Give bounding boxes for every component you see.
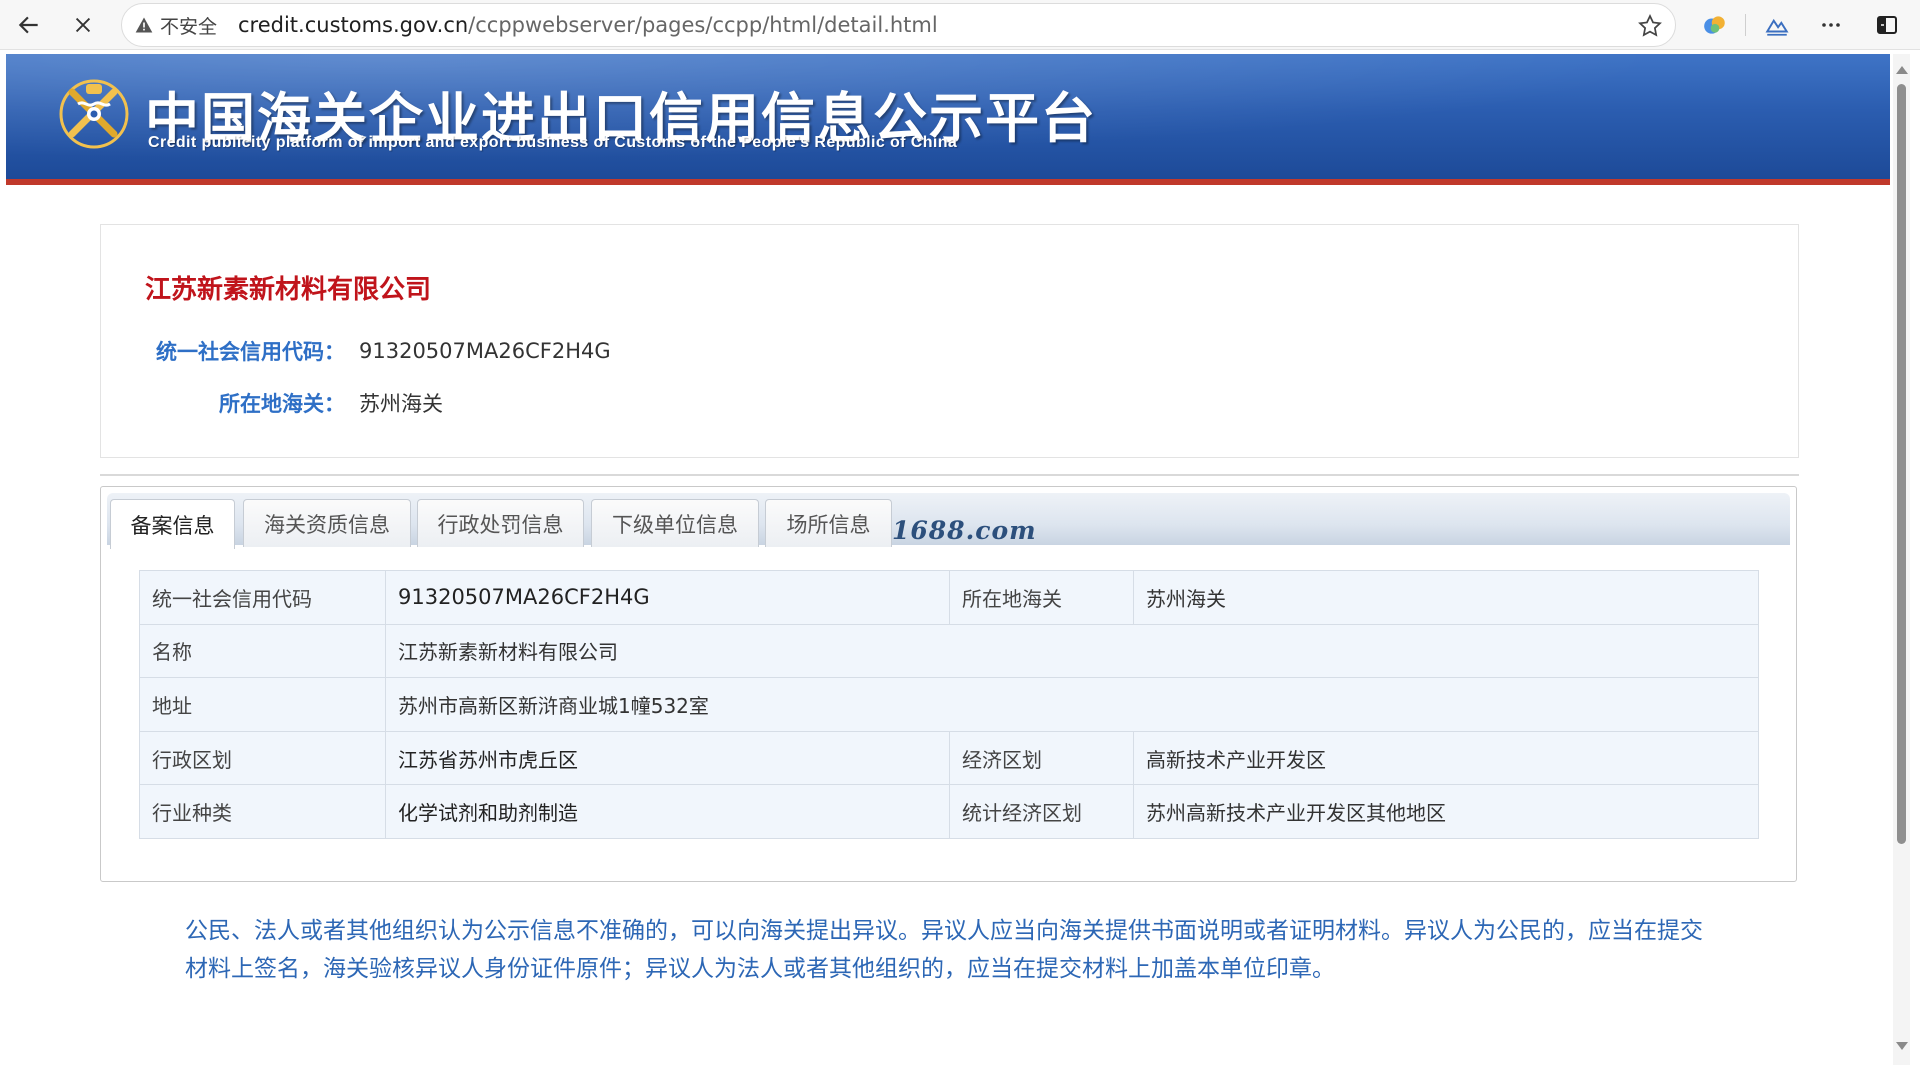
more-dots-icon (1822, 23, 1840, 27)
stop-button[interactable] (66, 8, 100, 42)
scroll-thumb[interactable] (1897, 84, 1906, 844)
credit-code-row: 统一社会信用代码： 91320507MA26CF2H4G (101, 333, 611, 369)
arrow-left-icon (18, 16, 38, 34)
tab-premises-info[interactable]: 场所信息 (765, 499, 892, 547)
profile-extension-button[interactable] (1762, 10, 1792, 40)
table-value-cell: 91320507MA26CF2H4G (385, 570, 950, 625)
table-row: 统一社会信用代码 91320507MA26CF2H4G 所在地海关 苏州海关 (139, 570, 1759, 625)
table-value-cell: 苏州市高新区新浒商业城1幢532室 (385, 677, 1759, 732)
customs-value: 苏州海关 (359, 392, 443, 416)
table-value-cell: 苏州高新技术产业开发区其他地区 (1133, 784, 1759, 839)
site-subtitle: Credit publicity platform of import and … (148, 134, 958, 151)
more-menu-button[interactable] (1816, 10, 1846, 40)
table-label-cell: 行业种类 (139, 784, 386, 839)
credit-code-value: 91320507MA26CF2H4G (359, 339, 611, 363)
section-divider (100, 474, 1799, 476)
table-label-cell: 地址 (139, 677, 386, 732)
table-label-cell: 名称 (139, 623, 386, 679)
scroll-up-arrow-icon[interactable] (1896, 66, 1908, 74)
table-row: 行政区划 江苏省苏州市虎丘区 经济区划 高新技术产业开发区 (139, 730, 1759, 786)
star-icon[interactable] (1637, 13, 1663, 39)
tab-label: 备案信息 (130, 513, 215, 538)
table-value-cell: 苏州海关 (1133, 570, 1759, 625)
extension-icon (1704, 16, 1725, 34)
browser-toolbar: 不安全 credit.customs.gov.cn/ccppwebserver/… (0, 0, 1920, 50)
company-name: 江苏新素新材料有限公司 (145, 275, 432, 305)
tab-administrative-penalty[interactable]: 行政处罚信息 (417, 499, 584, 547)
tab-customs-qualification[interactable]: 海关资质信息 (243, 499, 411, 547)
url-text[interactable]: credit.customs.gov.cn/ccppwebserver/page… (238, 4, 938, 46)
table-value-cell: 化学试剂和助剂制造 (385, 784, 950, 839)
tab-subordinate-units[interactable]: 下级单位信息 (591, 499, 759, 547)
table-label-cell: 统计经济区划 (949, 784, 1134, 839)
table-row: 名称 江苏新素新材料有限公司 (139, 623, 1759, 679)
back-button[interactable] (12, 8, 46, 42)
tab-label: 行政处罚信息 (437, 512, 564, 537)
objection-notice: 公民、法人或者其他组织认为公示信息不准确的，可以向海关提出异议。异议人应当向海关… (185, 918, 1703, 982)
url-host: credit.customs.gov.cn (238, 13, 469, 37)
table-value-cell: 高新技术产业开发区 (1133, 730, 1759, 786)
tab-label: 场所信息 (786, 512, 871, 537)
address-bar[interactable]: 不安全 credit.customs.gov.cn/ccppwebserver/… (121, 3, 1676, 47)
table-label-cell: 经济区划 (949, 730, 1134, 786)
filing-info-table: 统一社会信用代码 91320507MA26CF2H4G 所在地海关 苏州海关 名… (139, 570, 1759, 839)
table-value-cell: 江苏省苏州市虎丘区 (385, 730, 950, 786)
table-label-cell: 行政区划 (139, 730, 386, 786)
customs-row: 所在地海关： 苏州海关 (101, 385, 443, 421)
site-header: 中国海关企业进出口信用信息公示平台 Credit publicity platf… (6, 54, 1890, 185)
credit-code-label: 统一社会信用代码： (156, 340, 345, 364)
sidebar-toggle-button[interactable] (1872, 10, 1902, 40)
table-label-cell: 所在地海关 (949, 570, 1134, 625)
customs-emblem-icon[interactable] (58, 78, 130, 150)
customs-label: 所在地海关： (219, 392, 345, 416)
extension-button[interactable] (1700, 10, 1730, 40)
tab-filing-info[interactable]: 备案信息 (110, 499, 235, 549)
scroll-down-arrow-icon[interactable] (1896, 1042, 1908, 1050)
url-path: /ccppwebserver/pages/ccpp/html/detail.ht… (468, 13, 938, 37)
warning-icon (135, 17, 153, 33)
company-summary-card: 江苏新素新材料有限公司 统一社会信用代码： 91320507MA26CF2H4G… (100, 224, 1799, 458)
tab-label: 海关资质信息 (264, 512, 390, 537)
tab-label: 下级单位信息 (612, 512, 738, 537)
table-row: 地址 苏州市高新区新浒商业城1幢532室 (139, 677, 1759, 732)
mountain-icon (1765, 18, 1789, 36)
detail-tab-panel: 备案信息 海关资质信息 行政处罚信息 下级单位信息 场所信息 统一社会信用代码 … (100, 486, 1797, 882)
sidebar-icon (1877, 16, 1897, 34)
watermark-text: 1688.com (892, 516, 1037, 545)
table-label-cell: 统一社会信用代码 (139, 570, 386, 625)
security-indicator[interactable]: 不安全 (134, 4, 217, 46)
table-row: 行业种类 化学试剂和助剂制造 统计经济区划 苏州高新技术产业开发区其他地区 (139, 784, 1759, 839)
page-scrollbar[interactable] (1893, 54, 1910, 1065)
toolbar-divider (1745, 14, 1746, 36)
insecure-label: 不安全 (160, 15, 218, 38)
close-icon (75, 17, 91, 33)
table-value-cell: 江苏新素新材料有限公司 (385, 623, 1759, 679)
